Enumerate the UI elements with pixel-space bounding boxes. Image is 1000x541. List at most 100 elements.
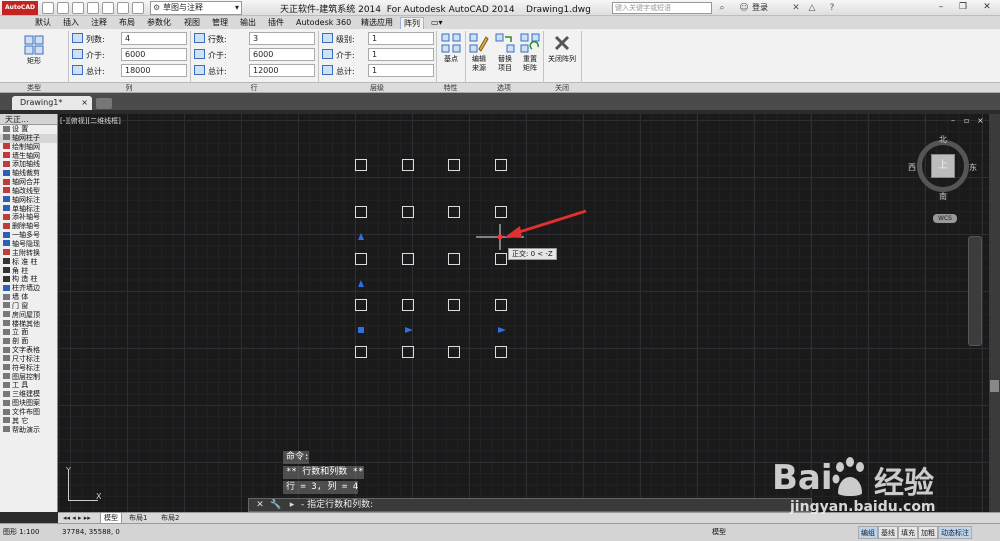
print-icon[interactable] [102,2,114,14]
exchange-icon[interactable]: ✕ [790,2,802,14]
application-menu-button[interactable]: AutoCAD [2,1,38,15]
compass-east[interactable]: 东 [969,162,977,173]
document-tab[interactable]: Drawing1* × [12,96,92,110]
palette-item[interactable]: 绘制轴网 [0,143,57,152]
command-line[interactable]: ✕ 🔧 ▸ - 指定行数和列数: [248,498,812,512]
close-command-line-icon[interactable]: ✕ [253,499,267,512]
levels-spacing-field[interactable]: 1 [368,48,434,61]
palette-item[interactable]: 轴改线型 [0,187,57,196]
rows-count-field[interactable]: 3 [249,32,315,45]
tab-insert[interactable]: 插入 [60,17,82,29]
palette-item[interactable]: 删除轴号 [0,222,57,231]
help-icon[interactable]: ? [826,2,838,14]
levels-total-field[interactable]: 1 [368,64,434,77]
columns-count-field[interactable]: 4 [121,32,187,45]
tab-output[interactable]: 输出 [237,17,259,29]
tab-featured-apps[interactable]: 精选应用 [358,17,396,29]
compass-south[interactable]: 南 [939,191,947,202]
compass-north[interactable]: 北 [939,134,947,145]
palette-item[interactable]: 立 面 [0,328,57,337]
palette-item[interactable]: 主附转换 [0,249,57,258]
rows-total-field[interactable]: 12000 [249,64,315,77]
new-tab-button[interactable] [96,98,112,109]
palette-item[interactable]: 轴网标注 [0,196,57,205]
bold-toggle[interactable]: 加粗 [918,526,938,539]
user-icon[interactable]: ☺ [738,2,750,14]
save-as-icon[interactable] [87,2,99,14]
tab-default[interactable]: 默认 [32,17,54,29]
palette-item[interactable]: 其 它 [0,417,57,426]
palette-item[interactable]: 轴网柱子 [0,133,57,143]
tab-plugins[interactable]: 插件 [265,17,287,29]
palette-item[interactable]: 帮助演示 [0,426,57,435]
baseline-toggle[interactable]: 基线 [878,526,898,539]
palette-item[interactable]: 门 窗 [0,302,57,311]
palette-item[interactable]: 剖 面 [0,337,57,346]
palette-item[interactable]: 轴号隐现 [0,240,57,249]
close-window-button[interactable]: ✕ [976,0,998,15]
undo-icon[interactable] [117,2,129,14]
model-space-toggle[interactable]: 模型 [712,527,726,538]
levels-count-field[interactable]: 1 [368,32,434,45]
rows-spacing-field[interactable]: 6000 [249,48,315,61]
palette-item[interactable]: 图层控制 [0,373,57,382]
annotation-scale[interactable]: 图形 1:100 [3,527,39,538]
columns-spacing-field[interactable]: 6000 [121,48,187,61]
viewcube-top-face[interactable]: 上 [931,154,955,178]
customize-icon[interactable]: 🔧 [269,499,283,512]
open-file-icon[interactable] [57,2,69,14]
base-point-button[interactable]: 基点 [438,33,464,64]
palette-item[interactable]: 添补轴号 [0,213,57,222]
close-array-button[interactable]: 关闭阵列 [545,33,579,64]
palette-item[interactable]: 尺寸标注 [0,355,57,364]
dynamic-dimension-toggle[interactable]: 动态标注 [938,526,972,539]
palette-item[interactable]: 房间屋顶 [0,311,57,320]
palette-item[interactable]: 设 置 [0,125,57,134]
ribbon-toggle-icon[interactable]: ▭▾ [428,17,446,29]
wcs-menu[interactable]: WCS [933,214,957,223]
signin-link[interactable]: 登录 [752,2,768,13]
group-toggle[interactable]: 编组 [858,526,878,539]
panel-title-rows[interactable]: 行 [190,83,318,93]
palette-item[interactable]: 文字表格 [0,346,57,355]
vertical-scrollbar[interactable] [989,114,1000,512]
tab-autodesk-360[interactable]: Autodesk 360 [293,17,354,29]
tab-manage[interactable]: 管理 [209,17,231,29]
scrollbar-thumb[interactable] [990,380,999,392]
palette-item[interactable]: 一轴多号 [0,231,57,240]
palette-item[interactable]: 轴网合并 [0,178,57,187]
fill-toggle[interactable]: 填充 [898,526,918,539]
columns-total-field[interactable]: 18000 [121,64,187,77]
palette-item[interactable]: 轴线裁剪 [0,169,57,178]
palette-item[interactable]: 墙 体 [0,293,57,302]
palette-item[interactable]: 添加轴线 [0,160,57,169]
edit-source-button[interactable]: 编辑来源 [467,33,491,73]
reset-array-button[interactable]: 重置矩阵 [518,33,542,73]
viewcube[interactable]: 上 北 南 东 西 [908,134,977,201]
redo-icon[interactable] [132,2,144,14]
tab-array[interactable]: 阵列 [400,17,424,29]
command-prompt[interactable]: - 指定行数和列数: [301,499,373,512]
tab-annotate[interactable]: 注释 [88,17,110,29]
search-input[interactable]: 键入关键字或短语 [612,2,712,14]
cursor-coordinates[interactable]: 37784, 35588, 0 [62,527,120,538]
tab-layout[interactable]: 布局 [116,17,138,29]
palette-item[interactable]: 工 具 [0,381,57,390]
palette-item[interactable]: 构 造 柱 [0,275,57,284]
tab-view[interactable]: 视图 [181,17,203,29]
navigation-bar[interactable] [968,236,982,346]
palette-item[interactable]: 文件布图 [0,408,57,417]
palette-item[interactable]: 柱齐墙边 [0,284,57,293]
replace-item-button[interactable]: 替换项目 [493,33,517,73]
compass-west[interactable]: 西 [908,162,916,173]
rectangle-type-button[interactable]: 矩形 [20,35,48,66]
new-file-icon[interactable] [42,2,54,14]
palette-item[interactable]: 图块图案 [0,399,57,408]
minimize-button[interactable]: – [930,0,952,15]
palette-item[interactable]: 三维建模 [0,390,57,399]
save-icon[interactable] [72,2,84,14]
autodesk-360-icon[interactable]: △ [806,2,818,14]
search-icon[interactable]: ⌕ [716,2,728,14]
close-tab-icon[interactable]: × [81,96,88,110]
palette-item[interactable]: 标 准 柱 [0,258,57,267]
